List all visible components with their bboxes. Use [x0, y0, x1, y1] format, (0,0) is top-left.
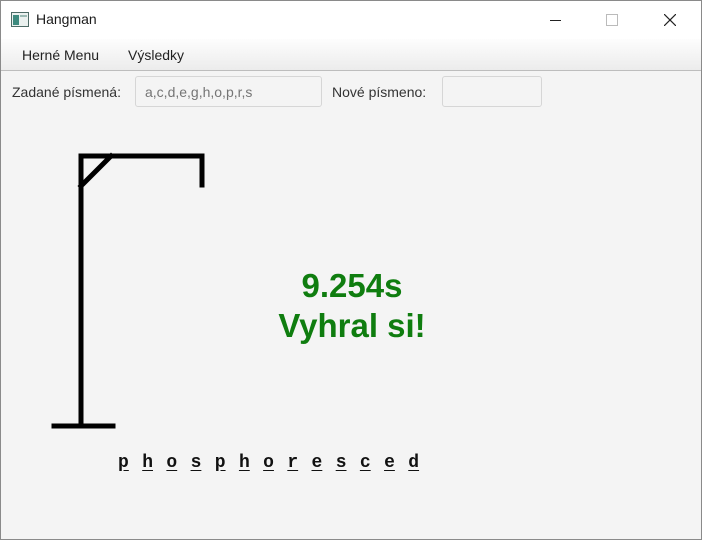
menu-bar: Herné Menu Výsledky [1, 39, 701, 71]
word-letter: s [335, 453, 347, 473]
word-letter: c [359, 453, 371, 473]
entered-letters-field [135, 76, 322, 107]
word-letter: p [118, 453, 129, 473]
close-button[interactable] [647, 1, 693, 39]
word-letter: o [263, 453, 274, 473]
minimize-icon [549, 15, 561, 26]
minimize-button[interactable] [532, 1, 578, 39]
word-letter: p [214, 453, 226, 473]
word-letter: r [287, 453, 299, 473]
guessed-word: p h o s p h o r e s c e d [118, 453, 432, 473]
title-bar[interactable]: Hangman [1, 1, 701, 39]
window-title: Hangman [36, 11, 97, 27]
word-letter: e [311, 453, 323, 473]
close-icon [664, 14, 676, 26]
win-message: Vyhral si! [278, 307, 426, 344]
maximize-button[interactable] [589, 1, 635, 39]
elapsed-time: 9.254s [301, 267, 403, 304]
hangman-window: Hangman Herné Menu Výsledky Zadané písme… [0, 0, 702, 540]
gallows-brace [77, 152, 115, 190]
word-letter: o [166, 453, 178, 473]
menu-vysledky[interactable]: Výsledky [128, 47, 184, 63]
word-letter: h [238, 453, 250, 473]
word-letter: s [190, 453, 202, 473]
maximize-icon [606, 14, 618, 26]
word-letter: h [142, 453, 153, 473]
java-app-icon [11, 12, 29, 27]
menu-herne-menu[interactable]: Herné Menu [22, 47, 99, 63]
new-letter-label: Nové písmeno: [332, 84, 427, 100]
word-letter: d [408, 453, 420, 473]
new-letter-input[interactable] [442, 76, 542, 107]
word-letter: e [384, 453, 395, 473]
entered-letters-label: Zadané písmená: [12, 84, 121, 100]
